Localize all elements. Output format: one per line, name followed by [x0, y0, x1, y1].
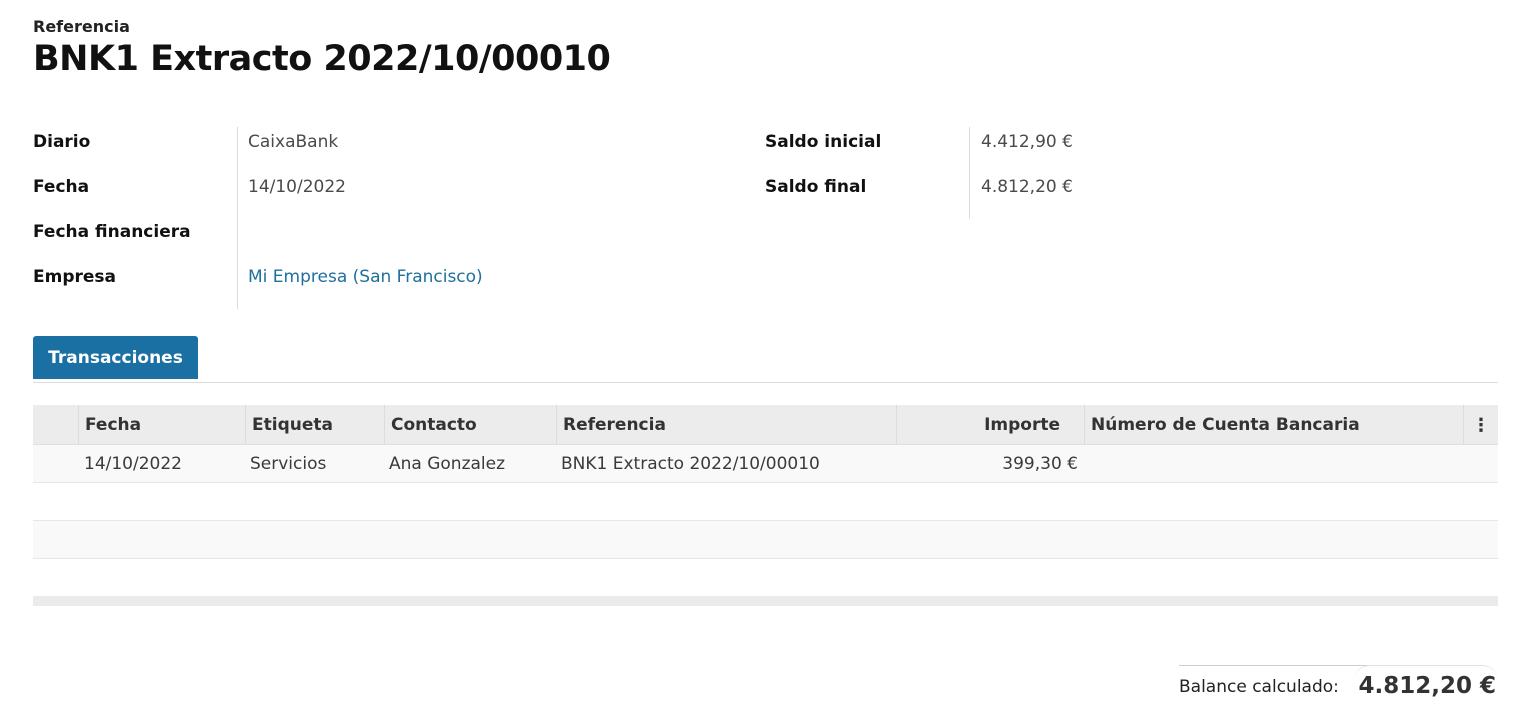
optional-columns-toggle-icon[interactable]: ⋮ — [1463, 405, 1498, 445]
cell-cuenta — [1084, 445, 1463, 483]
cell-fecha: 14/10/2022 — [84, 454, 182, 474]
column-header-cuenta-bancaria[interactable]: Número de Cuenta Bancaria — [1084, 405, 1463, 445]
cell-etiqueta: Servicios — [250, 454, 327, 474]
table-footer — [33, 596, 1498, 606]
cell-referencia: BNK1 Extracto 2022/10/00010 — [561, 454, 820, 474]
empty-row[interactable] — [33, 521, 1498, 559]
reference-label: Referencia — [33, 17, 130, 36]
fields-divider — [237, 127, 238, 309]
field-label-fecha-financiera: Fecha financiera — [33, 222, 191, 242]
column-header-contacto[interactable]: Contacto — [384, 405, 556, 445]
tab-transacciones[interactable]: Transacciones — [33, 336, 198, 379]
field-value-diario[interactable]: CaixaBank — [248, 132, 698, 152]
notebook-tabs: Transacciones — [33, 336, 1498, 383]
field-label-diario: Diario — [33, 132, 91, 152]
column-header-etiqueta[interactable]: Etiqueta — [245, 405, 384, 445]
field-value-fecha-financiera[interactable] — [248, 222, 698, 244]
fields-divider — [969, 127, 970, 219]
column-header-fecha[interactable]: Fecha — [78, 405, 245, 445]
field-label-fecha: Fecha — [33, 177, 90, 197]
page-title[interactable]: BNK1 Extracto 2022/10/00010 — [33, 39, 611, 79]
transactions-table: Fecha Etiqueta Contacto Referencia Impor… — [33, 405, 1498, 606]
field-value-saldo-inicial[interactable]: 4.412,90 € — [981, 132, 1181, 152]
column-header-importe[interactable]: Importe — [896, 405, 1084, 445]
field-label-empresa: Empresa — [33, 267, 116, 287]
field-value-saldo-final[interactable]: 4.812,20 € — [981, 177, 1181, 197]
tabs-divider — [33, 382, 1498, 383]
table-row[interactable]: 14/10/2022 Servicios Ana Gonzalez BNK1 E… — [33, 445, 1498, 483]
bank-statement-form: Referencia BNK1 Extracto 2022/10/00010 D… — [0, 0, 1516, 712]
column-header-referencia[interactable]: Referencia — [556, 405, 896, 445]
empty-row[interactable] — [33, 483, 1498, 521]
cell-contacto: Ana Gonzalez — [389, 454, 506, 474]
table-header: Fecha Etiqueta Contacto Referencia Impor… — [33, 405, 1498, 445]
field-label-saldo-inicial: Saldo inicial — [765, 132, 882, 152]
field-value-empresa-link[interactable]: Mi Empresa (San Francisco) — [248, 267, 698, 287]
cell-importe: 399,30 € — [1002, 454, 1078, 474]
field-label-saldo-final: Saldo final — [765, 177, 867, 197]
balance-label: Balance calculado: — [1179, 677, 1339, 697]
balance-value: 4.812,20 € — [1354, 665, 1498, 705]
computed-balance: Balance calculado: 4.812,20 € — [1179, 665, 1498, 705]
field-value-fecha[interactable]: 14/10/2022 — [248, 177, 698, 197]
balance-divider — [1179, 665, 1384, 666]
